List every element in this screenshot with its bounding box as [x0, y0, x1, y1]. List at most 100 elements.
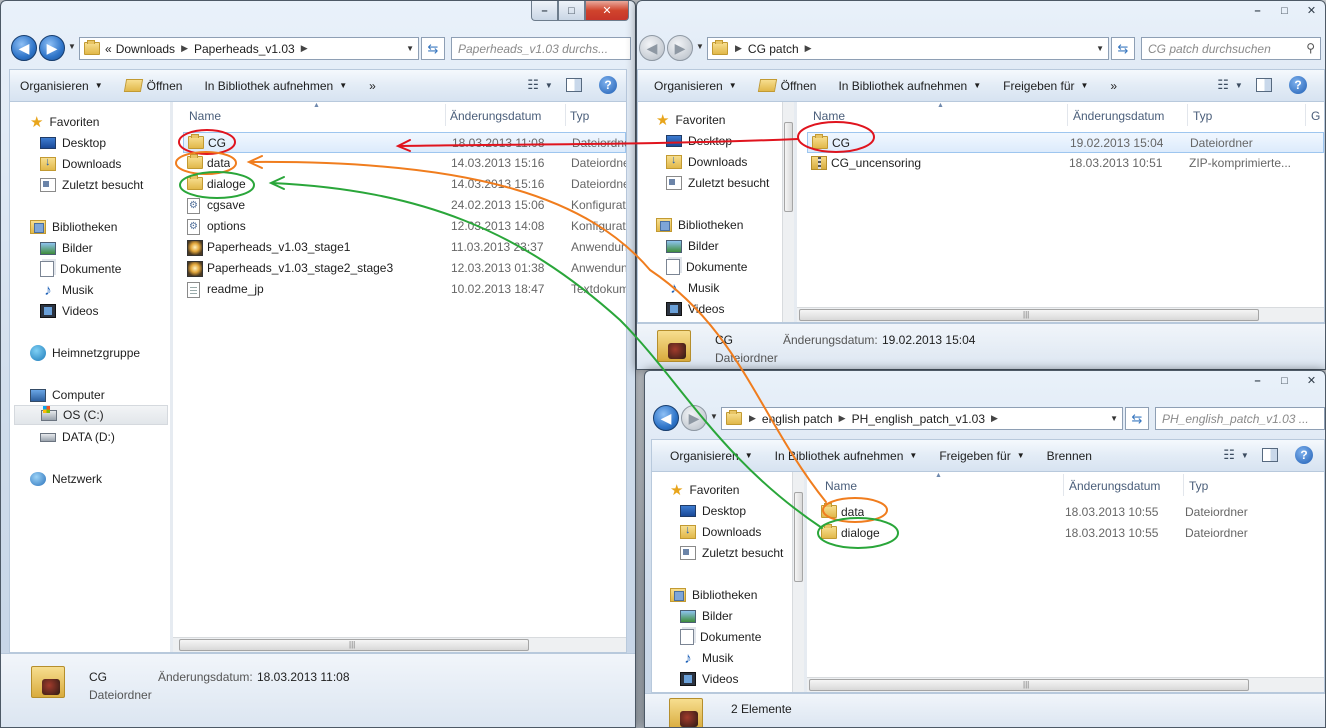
- include-in-library-menu[interactable]: In Bibliothek aufnehmen ▼: [775, 449, 918, 463]
- nav-drive-c[interactable]: OS (C:): [14, 405, 168, 425]
- refresh-button[interactable]: ⇆: [1111, 37, 1135, 60]
- breadcrumb-separator-icon[interactable]: ▶: [991, 413, 998, 424]
- organize-menu[interactable]: Organisieren ▼: [670, 449, 753, 463]
- help-button[interactable]: ?: [598, 76, 618, 94]
- help-button[interactable]: ?: [1288, 76, 1308, 94]
- file-row[interactable]: CG 18.03.2013 11:08 Dateiordner: [183, 132, 626, 153]
- file-row[interactable]: cgsave 24.02.2013 15:06 Konfiguratio: [183, 195, 626, 216]
- horizontal-scrollbar[interactable]: |||: [173, 637, 626, 652]
- maximize-button[interactable]: □: [558, 1, 585, 21]
- horizontal-scrollbar[interactable]: |||: [807, 677, 1324, 692]
- close-button[interactable]: ✕: [585, 1, 629, 21]
- nav-videos[interactable]: Videos: [680, 669, 738, 689]
- nav-favorites[interactable]: ★ Favoriten: [30, 112, 99, 132]
- address-bar[interactable]: « Downloads ▶ Paperheads_v1.03 ▶ ▼: [79, 37, 419, 60]
- refresh-button[interactable]: ⇆: [1125, 407, 1149, 430]
- maximize-button[interactable]: □: [1271, 371, 1298, 391]
- file-row[interactable]: CG 19.02.2013 15:04 Dateiordner: [807, 132, 1324, 153]
- address-dropdown-icon[interactable]: ▼: [1110, 414, 1118, 423]
- back-button[interactable]: ◀: [653, 405, 679, 431]
- nav-documents[interactable]: Dokumente: [40, 259, 121, 279]
- share-with-menu[interactable]: Freigeben für ▼: [1003, 79, 1088, 93]
- breadcrumb-separator-icon[interactable]: ▶: [181, 43, 188, 54]
- view-options-icon[interactable]: ☷ ▼: [1223, 446, 1249, 464]
- forward-button[interactable]: ▶: [39, 35, 65, 61]
- minimize-button[interactable]: –: [531, 1, 558, 21]
- nav-recent[interactable]: Zuletzt besucht: [40, 175, 143, 195]
- help-button[interactable]: ?: [1294, 446, 1314, 464]
- close-button[interactable]: ✕: [1298, 371, 1325, 391]
- organize-menu[interactable]: Organisieren ▼: [20, 79, 103, 93]
- breadcrumb-separator-icon[interactable]: ▶: [735, 43, 742, 54]
- column-header-date[interactable]: Änderungsdatum: [1069, 479, 1160, 493]
- nav-music[interactable]: ♪ Musik: [680, 648, 733, 668]
- forward-button[interactable]: ▶: [681, 405, 707, 431]
- nav-drive-d[interactable]: DATA (D:): [40, 427, 115, 447]
- search-input[interactable]: PH_english_patch_v1.03 ...: [1155, 407, 1325, 430]
- nav-libraries[interactable]: Bibliotheken: [670, 585, 757, 605]
- column-header-date[interactable]: Änderungsdatum: [1073, 109, 1164, 123]
- nav-videos[interactable]: Videos: [666, 299, 724, 319]
- search-input[interactable]: CG patch durchsuchen ⚲: [1141, 37, 1321, 60]
- title-bar[interactable]: – □ ✕: [1, 1, 635, 29]
- nav-network[interactable]: Netzwerk: [30, 469, 102, 489]
- nav-pictures[interactable]: Bilder: [666, 236, 719, 256]
- nav-desktop[interactable]: Desktop: [40, 133, 106, 153]
- column-header-name[interactable]: Name: [189, 109, 221, 123]
- breadcrumb-paperheads[interactable]: Paperheads_v1.03: [194, 42, 295, 56]
- navigation-scrollbar[interactable]: [792, 472, 804, 692]
- burn-button[interactable]: Brennen: [1047, 449, 1092, 463]
- scrollbar-thumb[interactable]: [784, 122, 793, 212]
- search-input[interactable]: Paperheads_v1.03 durchs...: [451, 37, 631, 60]
- file-row[interactable]: options 12.03.2013 14:08 Konfiguratio: [183, 216, 626, 237]
- more-commands-button[interactable]: »: [1110, 79, 1117, 93]
- breadcrumb-separator-icon[interactable]: ▶: [749, 413, 756, 424]
- forward-button[interactable]: ▶: [667, 35, 693, 61]
- view-options-icon[interactable]: ☷ ▼: [527, 76, 553, 94]
- title-bar[interactable]: – □ ✕: [645, 371, 1325, 399]
- include-in-library-menu[interactable]: In Bibliothek aufnehmen ▼: [204, 79, 347, 93]
- nav-pictures[interactable]: Bilder: [40, 238, 93, 258]
- open-button[interactable]: Öffnen: [123, 79, 182, 93]
- recent-pages-dropdown[interactable]: ▼: [710, 412, 718, 421]
- breadcrumb-cg-patch[interactable]: CG patch: [748, 42, 799, 56]
- title-bar[interactable]: – □ ✕: [637, 1, 1325, 29]
- breadcrumb-downloads[interactable]: Downloads: [116, 42, 175, 56]
- back-button[interactable]: ◀: [11, 35, 37, 61]
- column-header-name[interactable]: Name: [825, 479, 857, 493]
- horizontal-scrollbar[interactable]: |||: [797, 307, 1324, 322]
- file-row[interactable]: dialoge 18.03.2013 10:55 Dateiordner: [817, 523, 1324, 544]
- nav-homegroup[interactable]: Heimnetzgruppe: [30, 343, 140, 363]
- nav-documents[interactable]: Dokumente: [666, 257, 747, 277]
- nav-libraries[interactable]: Bibliotheken: [30, 217, 117, 237]
- column-header-extra[interactable]: G: [1311, 109, 1320, 123]
- nav-music[interactable]: ♪ Musik: [40, 280, 93, 300]
- preview-pane-icon[interactable]: [1260, 446, 1280, 464]
- nav-computer[interactable]: Computer: [30, 385, 105, 405]
- search-icon[interactable]: ⚲: [1306, 41, 1315, 55]
- nav-desktop[interactable]: Desktop: [680, 501, 746, 521]
- breadcrumb-separator-icon[interactable]: ▶: [839, 413, 846, 424]
- column-header-type[interactable]: Typ: [1193, 109, 1212, 123]
- column-header-date[interactable]: Änderungsdatum: [450, 109, 541, 123]
- breadcrumb-ph-english-patch[interactable]: PH_english_patch_v1.03: [852, 412, 985, 426]
- column-header-type[interactable]: Typ: [570, 109, 589, 123]
- address-bar[interactable]: ▶ CG patch ▶ ▼: [707, 37, 1109, 60]
- column-header-name[interactable]: Name: [813, 109, 845, 123]
- include-in-library-menu[interactable]: In Bibliothek aufnehmen ▼: [838, 79, 981, 93]
- nav-documents[interactable]: Dokumente: [680, 627, 761, 647]
- back-button[interactable]: ◀: [639, 35, 665, 61]
- refresh-button[interactable]: ⇆: [421, 37, 445, 60]
- file-row[interactable]: CG_uncensoring 18.03.2013 10:51 ZIP-kompri…: [807, 153, 1324, 174]
- address-bar[interactable]: ▶ english patch ▶ PH_english_patch_v1.03…: [721, 407, 1123, 430]
- address-overflow[interactable]: «: [105, 42, 112, 56]
- scrollbar-thumb[interactable]: [794, 492, 803, 582]
- nav-desktop[interactable]: Desktop: [666, 131, 732, 151]
- nav-music[interactable]: ♪ Musik: [666, 278, 719, 298]
- nav-downloads[interactable]: Downloads: [680, 522, 761, 542]
- file-row[interactable]: readme_jp 10.02.2013 18:47 Textdokum: [183, 279, 626, 300]
- file-row[interactable]: data 18.03.2013 10:55 Dateiordner: [817, 502, 1324, 523]
- nav-pictures[interactable]: Bilder: [680, 606, 733, 626]
- more-commands-button[interactable]: »: [369, 79, 376, 93]
- nav-videos[interactable]: Videos: [40, 301, 98, 321]
